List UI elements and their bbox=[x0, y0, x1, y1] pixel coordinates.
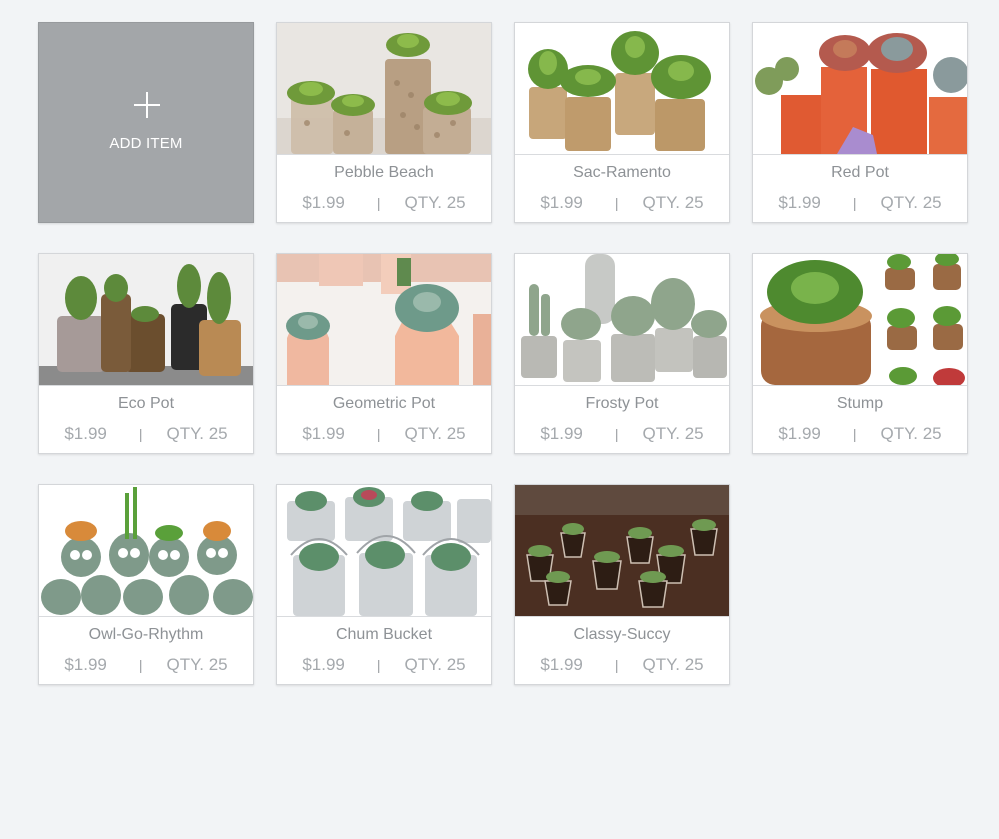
product-meta: $1.99 | QTY. 25 bbox=[277, 193, 491, 213]
add-item-label: ADD ITEM bbox=[109, 135, 183, 152]
product-image bbox=[515, 485, 729, 617]
product-card[interactable]: Stump $1.99 | QTY. 25 bbox=[752, 253, 968, 454]
separator: | bbox=[852, 195, 857, 211]
product-card[interactable]: Pebble Beach $1.99 | QTY. 25 bbox=[276, 22, 492, 223]
product-price: $1.99 bbox=[778, 193, 821, 212]
product-meta: $1.99 | QTY. 25 bbox=[39, 655, 253, 675]
separator: | bbox=[138, 426, 143, 442]
product-image bbox=[277, 254, 491, 386]
product-card[interactable]: Red Pot $1.99 | QTY. 25 bbox=[752, 22, 968, 223]
separator: | bbox=[376, 426, 381, 442]
product-image bbox=[39, 254, 253, 386]
product-price: $1.99 bbox=[302, 193, 345, 212]
product-card[interactable]: Eco Pot $1.99 | QTY. 25 bbox=[38, 253, 254, 454]
product-qty: QTY. 25 bbox=[880, 193, 942, 212]
product-qty: QTY. 25 bbox=[404, 193, 466, 212]
product-meta: $1.99 | QTY. 25 bbox=[753, 424, 967, 444]
product-price: $1.99 bbox=[302, 424, 345, 443]
product-price: $1.99 bbox=[540, 193, 583, 212]
product-name: Red Pot bbox=[831, 164, 889, 181]
plus-icon bbox=[134, 92, 160, 118]
product-qty: QTY. 25 bbox=[166, 424, 228, 443]
product-grid: ADD ITEM Pebble Beach $1.99 | QTY. 25 Sa… bbox=[38, 22, 970, 685]
product-qty: QTY. 25 bbox=[642, 424, 704, 443]
product-meta: $1.99 | QTY. 25 bbox=[277, 424, 491, 444]
separator: | bbox=[614, 195, 619, 211]
product-price: $1.99 bbox=[302, 655, 345, 674]
product-qty: QTY. 25 bbox=[404, 655, 466, 674]
product-image bbox=[39, 485, 253, 617]
product-image bbox=[753, 23, 967, 155]
product-image bbox=[515, 23, 729, 155]
product-qty: QTY. 25 bbox=[880, 424, 942, 443]
product-name: Chum Bucket bbox=[335, 626, 433, 643]
product-card[interactable]: Sac-Ramento $1.99 | QTY. 25 bbox=[514, 22, 730, 223]
product-card[interactable]: Geometric Pot $1.99 | QTY. 25 bbox=[276, 253, 492, 454]
product-name: Frosty Pot bbox=[585, 395, 659, 412]
product-card[interactable]: Owl-Go-Rhythm $1.99 | QTY. 25 bbox=[38, 484, 254, 685]
product-name: Sac-Ramento bbox=[573, 164, 671, 181]
product-name: Eco Pot bbox=[117, 395, 175, 412]
product-meta: $1.99 | QTY. 25 bbox=[277, 655, 491, 675]
separator: | bbox=[376, 657, 381, 673]
product-price: $1.99 bbox=[540, 655, 583, 674]
product-qty: QTY. 25 bbox=[166, 655, 228, 674]
product-qty: QTY. 25 bbox=[404, 424, 466, 443]
product-price: $1.99 bbox=[64, 424, 107, 443]
separator: | bbox=[376, 195, 381, 211]
product-image bbox=[277, 485, 491, 617]
product-image bbox=[753, 254, 967, 386]
product-image bbox=[277, 23, 491, 155]
separator: | bbox=[138, 657, 143, 673]
separator: | bbox=[614, 426, 619, 442]
product-name: Stump bbox=[836, 395, 884, 412]
product-name: Geometric Pot bbox=[332, 395, 436, 412]
product-meta: $1.99 | QTY. 25 bbox=[515, 424, 729, 444]
product-qty: QTY. 25 bbox=[642, 655, 704, 674]
product-name: Owl-Go-Rhythm bbox=[88, 626, 204, 643]
product-meta: $1.99 | QTY. 25 bbox=[39, 424, 253, 444]
product-name: Pebble Beach bbox=[334, 164, 434, 181]
product-price: $1.99 bbox=[540, 424, 583, 443]
product-card[interactable]: Chum Bucket $1.99 | QTY. 25 bbox=[276, 484, 492, 685]
separator: | bbox=[852, 426, 857, 442]
separator: | bbox=[614, 657, 619, 673]
product-meta: $1.99 | QTY. 25 bbox=[515, 193, 729, 213]
product-card[interactable]: Classy-Succy $1.99 | QTY. 25 bbox=[514, 484, 730, 685]
product-name: Classy-Succy bbox=[573, 626, 671, 643]
product-price: $1.99 bbox=[778, 424, 821, 443]
product-image bbox=[515, 254, 729, 386]
add-item-button[interactable]: ADD ITEM bbox=[38, 22, 254, 223]
product-card[interactable]: Frosty Pot $1.99 | QTY. 25 bbox=[514, 253, 730, 454]
product-meta: $1.99 | QTY. 25 bbox=[515, 655, 729, 675]
product-meta: $1.99 | QTY. 25 bbox=[753, 193, 967, 213]
product-qty: QTY. 25 bbox=[642, 193, 704, 212]
product-price: $1.99 bbox=[64, 655, 107, 674]
